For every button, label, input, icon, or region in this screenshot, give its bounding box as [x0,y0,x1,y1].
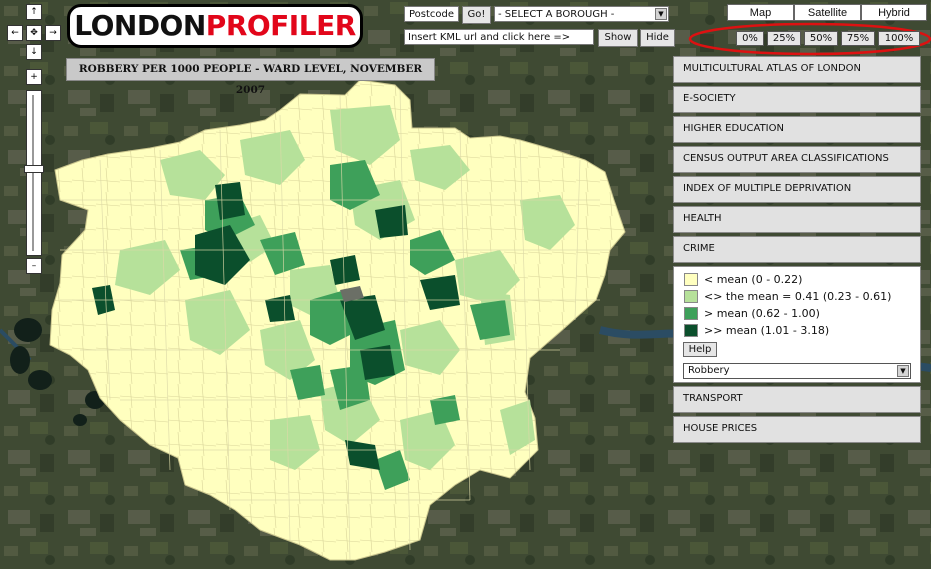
zoom-out-button[interactable]: – [26,258,42,274]
legend-label: >> mean (1.01 - 3.18) [704,324,830,337]
legend-label: < mean (0 - 0.22) [704,273,803,286]
legend-swatch [684,307,698,320]
chevron-down-icon: ▼ [897,365,909,377]
crime-panel: < mean (0 - 0.22) <> the mean = 0.41 (0.… [673,266,921,383]
pan-up-button[interactable]: ↑ [26,4,42,20]
section-transport[interactable]: TRANSPORT [673,386,921,413]
section-e-society[interactable]: E-SOCIETY [673,86,921,113]
crime-variable-value: Robbery [688,365,730,376]
zoom-in-button[interactable]: + [26,69,42,85]
legend-item: > mean (0.62 - 1.00) [684,307,820,321]
chevron-down-icon: ▼ [655,8,667,20]
zoom-rail [32,95,34,251]
go-button[interactable]: Go! [462,6,491,24]
kml-url-input[interactable]: Insert KML url and click here => [404,29,594,45]
hide-kml-button[interactable]: Hide [640,29,675,47]
legend-item: <> the mean = 0.41 (0.23 - 0.61) [684,290,891,304]
section-higher-education[interactable]: HIGHER EDUCATION [673,116,921,143]
map-type-hybrid-button[interactable]: Hybrid [861,4,927,21]
map-type-satellite-button[interactable]: Satellite [794,4,861,21]
pan-left-button[interactable]: ← [7,25,23,41]
crime-variable-select[interactable]: Robbery ▼ [683,363,911,379]
show-kml-button[interactable]: Show [598,29,638,47]
borough-select-value: - SELECT A BOROUGH - [498,9,615,20]
legend-item: >> mean (1.01 - 3.18) [684,324,829,338]
map-type-map-button[interactable]: Map [727,4,794,21]
opacity-50-button[interactable]: 50% [804,31,838,46]
help-button[interactable]: Help [683,342,717,357]
section-health[interactable]: HEALTH [673,206,921,233]
legend-swatch [684,324,698,337]
borough-select[interactable]: - SELECT A BOROUGH - ▼ [494,6,669,22]
logo-word-profiler: PROFILER [205,9,356,42]
section-deprivation[interactable]: INDEX OF MULTIPLE DEPRIVATION [673,176,921,203]
pan-down-button[interactable]: ↓ [26,44,42,60]
pan-center-button[interactable]: ✥ [26,25,42,41]
logo-word-london: LONDON [74,9,206,42]
section-multicultural-atlas[interactable]: MULTICULTURAL ATLAS OF LONDON [673,56,921,83]
legend-swatch [684,273,698,286]
postcode-input[interactable]: Postcode [404,6,459,22]
opacity-75-button[interactable]: 75% [841,31,875,46]
section-crime[interactable]: CRIME [673,236,921,263]
zoom-slider[interactable] [24,90,44,256]
map-title: ROBBERY PER 1000 PEOPLE - WARD LEVEL, NO… [66,58,435,96]
legend-label: <> the mean = 0.41 (0.23 - 0.61) [704,290,892,303]
opacity-25-button[interactable]: 25% [767,31,801,46]
section-census-oac[interactable]: CENSUS OUTPUT AREA CLASSIFICATIONS [673,146,921,173]
london-profiler-logo[interactable]: LONDONPROFILER [67,4,363,48]
legend-item: < mean (0 - 0.22) [684,273,802,287]
opacity-0-button[interactable]: 0% [736,31,764,46]
section-house-prices[interactable]: HOUSE PRICES [673,416,921,443]
legend-swatch [684,290,698,303]
pan-right-button[interactable]: → [45,25,61,41]
opacity-100-button[interactable]: 100% [878,31,920,46]
legend-label: > mean (0.62 - 1.00) [704,307,820,320]
zoom-handle[interactable] [24,165,44,173]
